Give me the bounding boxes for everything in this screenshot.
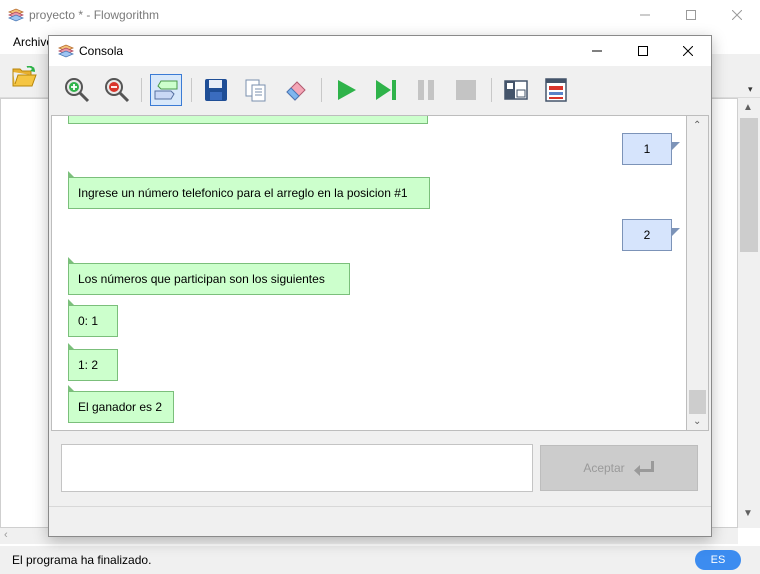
- maximize-icon: [686, 10, 696, 20]
- console-bottom-panel: [49, 506, 711, 536]
- accept-label: Aceptar: [583, 461, 625, 475]
- output-bubble: 1: 2: [68, 343, 118, 381]
- chat-view-icon: [154, 80, 178, 100]
- chat-vertical-scrollbar[interactable]: ⌃ ⌄: [687, 115, 709, 431]
- zoom-in-icon: [65, 78, 90, 103]
- main-vertical-scrollbar[interactable]: ▲ ▼: [738, 98, 760, 528]
- step-icon: [376, 80, 396, 100]
- console-input[interactable]: [61, 444, 533, 492]
- maximize-icon: [638, 46, 648, 56]
- close-icon: [683, 46, 693, 56]
- layout-stack-icon: [545, 78, 567, 102]
- toolbar-separator: [321, 78, 322, 102]
- zoom-out-button[interactable]: [101, 74, 133, 106]
- input-bubble: 1: [622, 133, 680, 165]
- run-button[interactable]: [330, 74, 362, 106]
- maximize-button[interactable]: [668, 0, 714, 30]
- console-close-button[interactable]: [665, 36, 711, 66]
- scroll-down-icon[interactable]: ▼: [743, 508, 753, 519]
- toolbar-separator: [191, 78, 192, 102]
- status-bar: El programa ha finalizado.: [0, 546, 760, 574]
- minimize-icon: [592, 50, 602, 52]
- layout-split-button[interactable]: [500, 74, 532, 106]
- accept-button[interactable]: Aceptar: [540, 445, 698, 491]
- minimize-button[interactable]: [622, 0, 668, 30]
- console-maximize-button[interactable]: [620, 36, 666, 66]
- chat-view-button[interactable]: [150, 74, 182, 106]
- clear-button[interactable]: [280, 74, 312, 106]
- scroll-thumb[interactable]: [689, 390, 706, 414]
- output-bubble: 0: 1: [68, 299, 118, 337]
- open-folder-icon[interactable]: [12, 66, 38, 88]
- console-chat-area[interactable]: 1 Ingrese un número telefonico para el a…: [51, 115, 687, 431]
- pause-button[interactable]: [410, 74, 442, 106]
- output-bubble: [68, 116, 428, 124]
- play-icon: [338, 80, 356, 100]
- stop-button[interactable]: [450, 74, 482, 106]
- scroll-thumb[interactable]: [740, 118, 758, 252]
- console-window: Consola 1 Ingrese un número telefonico p…: [48, 35, 712, 537]
- copy-button[interactable]: [240, 74, 272, 106]
- scroll-up-icon[interactable]: ▲: [743, 102, 753, 113]
- console-app-icon: [58, 44, 74, 58]
- console-minimize-button[interactable]: [574, 36, 620, 66]
- console-titlebar: Consola: [49, 36, 711, 66]
- output-bubble: Ingrese un número telefonico para el arr…: [68, 171, 430, 209]
- layout-split-icon: [504, 80, 528, 100]
- language-badge[interactable]: ES: [695, 550, 741, 570]
- main-titlebar: proyecto * - Flowgorithm: [0, 0, 760, 30]
- pause-icon: [418, 80, 434, 100]
- flowgorithm-app-icon: [8, 8, 24, 22]
- console-toolbar: [49, 66, 711, 114]
- enter-icon: [633, 461, 654, 476]
- output-bubble: Los números que participan son los sigui…: [68, 257, 350, 295]
- toolbar-separator: [491, 78, 492, 102]
- output-bubble: El ganador es 2: [68, 385, 174, 423]
- scroll-up-icon[interactable]: ⌃: [693, 120, 701, 131]
- console-title: Consola: [79, 44, 124, 58]
- step-button[interactable]: [370, 74, 402, 106]
- scroll-left-icon[interactable]: ‹: [4, 529, 8, 541]
- save-button[interactable]: [200, 74, 232, 106]
- close-icon: [732, 10, 742, 20]
- zoom-out-icon: [105, 78, 130, 103]
- stop-icon: [456, 80, 476, 100]
- toolbar-overflow-icon[interactable]: ▾: [748, 84, 753, 95]
- save-icon: [205, 79, 227, 101]
- menu-archivo[interactable]: Archivo: [13, 35, 53, 49]
- window-title: proyecto * - Flowgorithm: [29, 8, 160, 22]
- scroll-down-icon[interactable]: ⌄: [693, 416, 701, 427]
- minimize-icon: [640, 14, 650, 16]
- input-bubble: 2: [622, 219, 680, 251]
- copy-icon: [245, 79, 266, 102]
- status-text: El programa ha finalizado.: [12, 553, 152, 567]
- eraser-icon: [286, 81, 306, 101]
- layout-stack-button[interactable]: [540, 74, 572, 106]
- close-button[interactable]: [714, 0, 760, 30]
- zoom-in-button[interactable]: [61, 74, 93, 106]
- toolbar-separator: [141, 78, 142, 102]
